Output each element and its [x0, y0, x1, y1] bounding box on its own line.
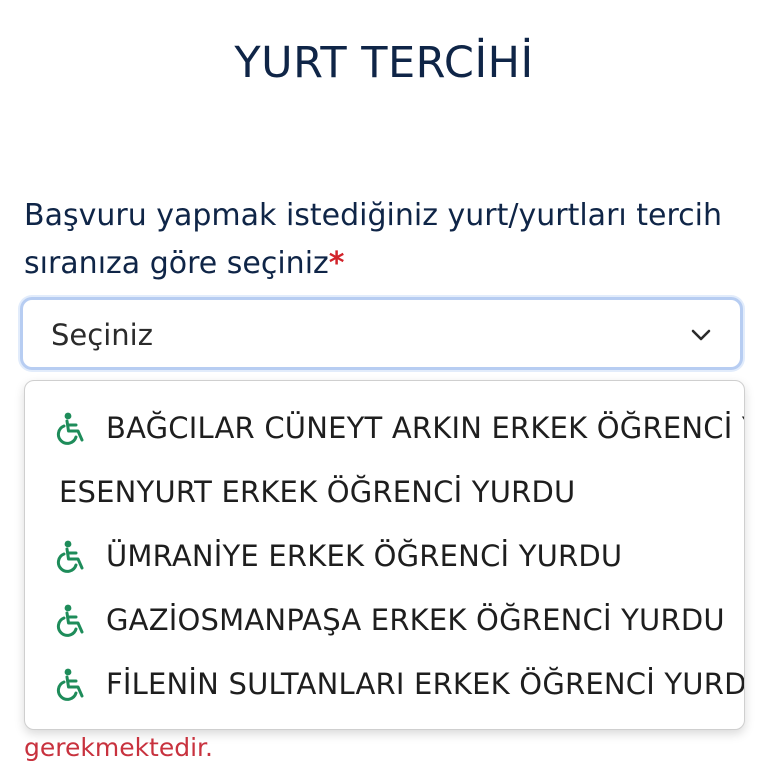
- wheelchair-icon: [56, 540, 84, 573]
- validation-message: gerekmektedir.: [24, 733, 213, 762]
- wheelchair-icon: [56, 412, 84, 445]
- field-label: Başvuru yapmak istediğiniz yurt/yurtları…: [24, 192, 724, 288]
- option-label: ESENYURT ERKEK ÖĞRENCİ YURDU: [59, 475, 576, 509]
- required-marker: *: [328, 246, 345, 281]
- dropdown-option-bagcilar[interactable]: BAĞCILAR CÜNEYT ARKIN ERKEK ÖĞRENCİ YURD…: [25, 397, 744, 461]
- dropdown-option-filenin-sultanlari[interactable]: FİLENİN SULTANLARI ERKEK ÖĞRENCİ YURDU: [25, 653, 745, 717]
- field-label-text: Başvuru yapmak istediğiniz yurt/yurtları…: [24, 198, 723, 281]
- option-label: ÜMRANİYE ERKEK ÖĞRENCİ YURDU: [106, 539, 623, 573]
- dropdown-list: BAĞCILAR CÜNEYT ARKIN ERKEK ÖĞRENCİ YURD…: [24, 380, 745, 730]
- wheelchair-icon: [56, 604, 84, 637]
- page-title: YURT TERCİHİ: [234, 38, 534, 88]
- option-label: FİLENİN SULTANLARI ERKEK ÖĞRENCİ YURDU: [106, 667, 745, 701]
- chevron-down-icon: [691, 329, 711, 341]
- wheelchair-icon: [56, 668, 84, 701]
- option-label: BAĞCILAR CÜNEYT ARKIN ERKEK ÖĞRENCİ YURD…: [106, 411, 744, 445]
- dropdown-option-esenyurt[interactable]: ESENYURT ERKEK ÖĞRENCİ YURDU: [25, 461, 744, 525]
- dropdown-option-umraniye[interactable]: ÜMRANİYE ERKEK ÖĞRENCİ YURDU: [25, 525, 744, 589]
- select-value: Seçiniz: [51, 318, 153, 352]
- option-label: GAZİOSMANPAŞA ERKEK ÖĞRENCİ YURDU: [106, 603, 725, 637]
- dormitory-select[interactable]: Seçiniz: [20, 297, 743, 370]
- dropdown-option-gaziosmanpasa[interactable]: GAZİOSMANPAŞA ERKEK ÖĞRENCİ YURDU: [25, 589, 744, 653]
